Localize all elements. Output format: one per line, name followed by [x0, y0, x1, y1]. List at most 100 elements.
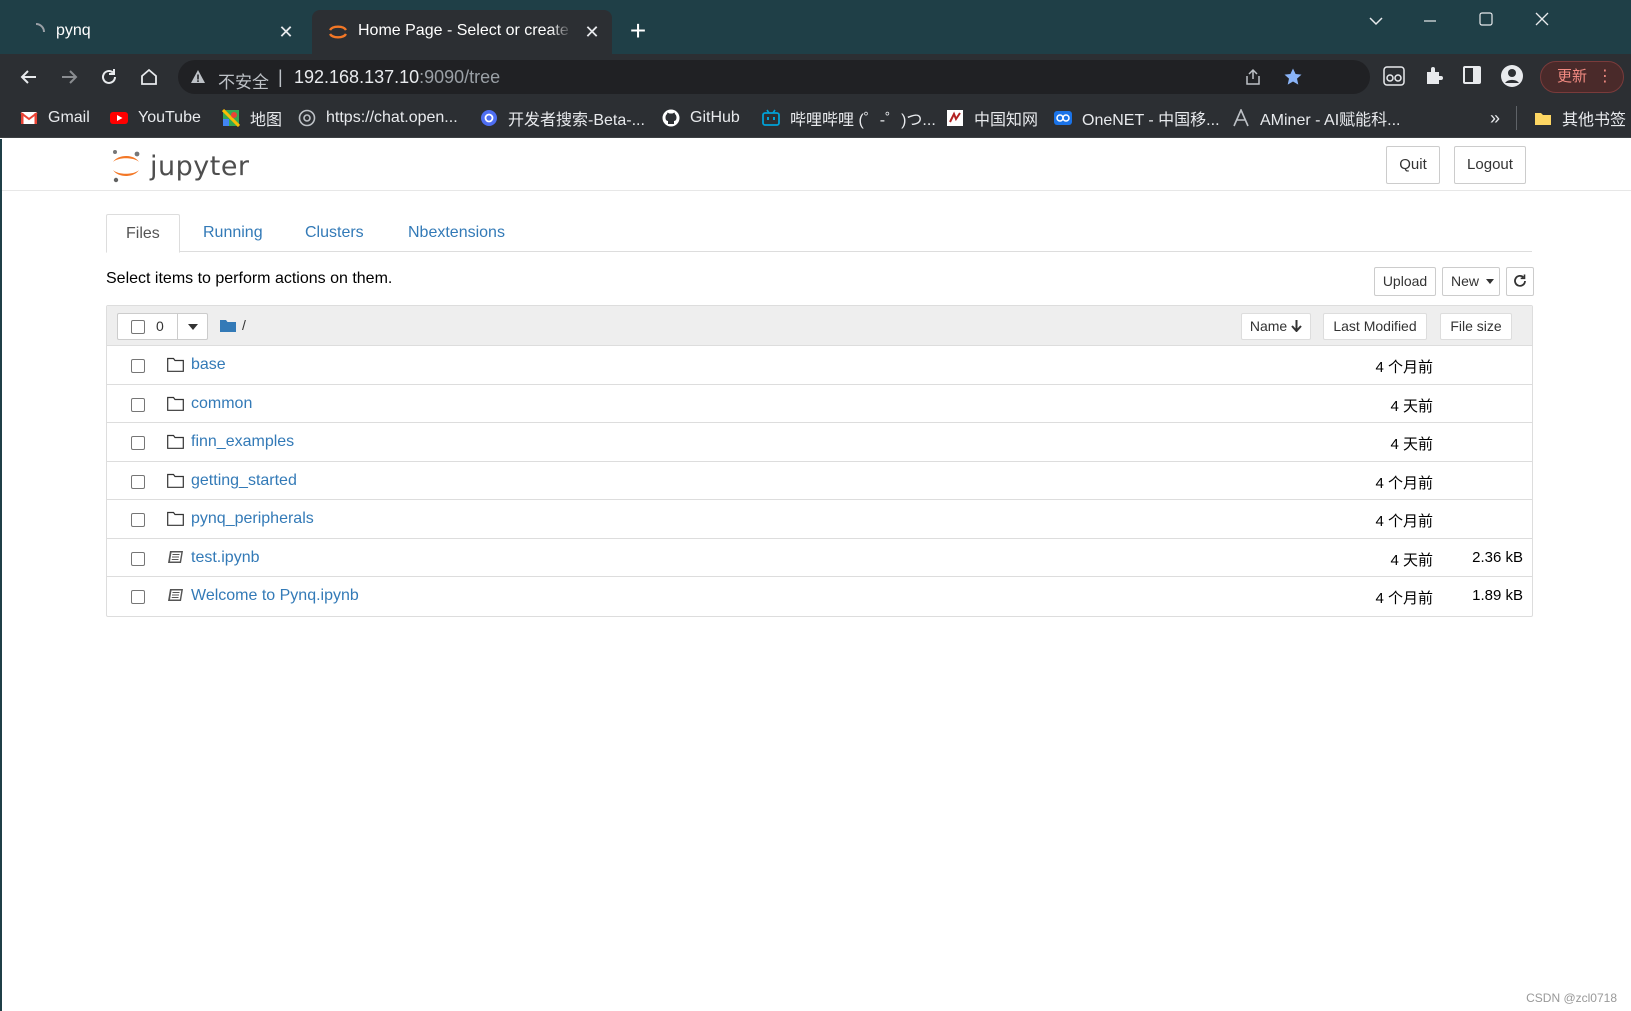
sort-last-modified-button[interactable]: Last Modified	[1323, 313, 1427, 340]
file-row[interactable]: test.ipynb 4 天前 2.36 kB	[107, 539, 1532, 577]
tab-files[interactable]: Files	[106, 214, 180, 253]
row-checkbox[interactable]	[131, 436, 145, 450]
breadcrumb-root[interactable]: /	[242, 317, 246, 333]
incognito-extension-icon[interactable]	[1382, 64, 1406, 88]
address-bar[interactable]: 不安全 | 192.168.137.10:9090/tree	[178, 60, 1370, 94]
bookmark-star-icon[interactable]	[1282, 66, 1304, 88]
select-all-checkbox[interactable]	[131, 320, 145, 334]
close-icon[interactable]: ✕	[582, 22, 602, 42]
row-checkbox[interactable]	[131, 590, 145, 604]
row-checkbox[interactable]	[131, 513, 145, 527]
forward-icon[interactable]	[54, 62, 84, 92]
tab-clusters[interactable]: Clusters	[286, 214, 383, 252]
bookmark-github[interactable]: GitHub	[662, 106, 740, 130]
update-button[interactable]: 更新 ⋮	[1540, 61, 1624, 93]
caret-down-icon	[1485, 279, 1494, 284]
sort-name-button[interactable]: Name	[1241, 313, 1311, 340]
profile-avatar-icon[interactable]	[1500, 64, 1524, 88]
bookmark-gmail[interactable]: Gmail	[20, 106, 90, 130]
address-separator: |	[278, 67, 283, 87]
caret-down-icon[interactable]	[188, 324, 198, 330]
folder-icon	[167, 511, 184, 526]
watermark: CSDN @zcl0718	[1526, 991, 1617, 1005]
warning-icon	[191, 70, 205, 83]
file-name-link[interactable]: getting_started	[191, 472, 297, 490]
notebook-icon	[168, 550, 183, 563]
bookmark-label: https://chat.open...	[326, 109, 458, 126]
security-label[interactable]: 不安全	[218, 68, 269, 93]
url-text[interactable]: 192.168.137.10:9090/tree	[294, 67, 500, 88]
maps-icon	[222, 109, 240, 127]
selected-count: 0	[156, 318, 164, 334]
bookmark-devsearch[interactable]: 开发者搜索-Beta-...	[480, 106, 645, 130]
minimize-icon[interactable]	[1410, 8, 1450, 32]
tab-bar: Files Running Clusters Nbextensions	[106, 214, 1532, 253]
extensions-icon[interactable]	[1422, 64, 1446, 88]
file-row[interactable]: getting_started 4 个月前	[107, 462, 1532, 500]
bookmark-label: 其他书签	[1562, 112, 1627, 129]
sort-file-size-button[interactable]: File size	[1440, 313, 1512, 340]
bookmark-maps[interactable]: 地图	[222, 106, 282, 130]
reload-icon[interactable]	[94, 62, 124, 92]
file-row[interactable]: base 4 个月前	[107, 346, 1532, 385]
bookmark-label: OneNET - 中国移...	[1082, 112, 1220, 129]
bookmark-chat-openai[interactable]: https://chat.open...	[298, 106, 458, 130]
file-name-link[interactable]: finn_examples	[191, 433, 294, 451]
file-row[interactable]: finn_examples 4 天前	[107, 423, 1532, 462]
tab-running[interactable]: Running	[184, 214, 282, 252]
file-row[interactable]: Welcome to Pynq.ipynb 4 个月前 1.89 kB	[107, 577, 1532, 616]
file-name-link[interactable]: test.ipynb	[191, 549, 259, 567]
quit-button[interactable]: Quit	[1386, 146, 1440, 184]
bookmark-aminer[interactable]: AMiner - AI赋能科...	[1232, 106, 1400, 130]
file-name-link[interactable]: common	[191, 395, 252, 413]
row-checkbox[interactable]	[131, 359, 145, 373]
selection-hint: Select items to perform actions on them.	[106, 270, 393, 287]
breadcrumb[interactable]: /	[220, 317, 246, 333]
notebook-icon	[168, 589, 183, 601]
folder-icon	[167, 434, 184, 449]
jupyter-logo[interactable]: jupyter	[110, 147, 250, 185]
logout-button[interactable]: Logout	[1454, 146, 1526, 184]
file-row[interactable]: common 4 天前	[107, 385, 1532, 423]
home-icon[interactable]	[134, 62, 164, 92]
tab-home-page[interactable]: Home Page - Select or create a notebook …	[312, 10, 612, 54]
row-checkbox[interactable]	[131, 551, 145, 566]
bookmark-youtube[interactable]: YouTube	[110, 106, 201, 130]
new-label: New	[1451, 273, 1480, 289]
file-modified: 4 天前	[1390, 397, 1433, 415]
loading-spinner-icon	[35, 23, 45, 33]
row-checkbox[interactable]	[131, 397, 145, 412]
upload-button[interactable]: Upload	[1374, 267, 1436, 296]
menu-dots-icon[interactable]: ⋮	[1597, 62, 1613, 92]
github-icon	[662, 109, 680, 127]
tab-pynq[interactable]: pynq ✕	[10, 10, 306, 54]
close-icon[interactable]: ✕	[276, 22, 296, 42]
new-tab-button[interactable]: +	[624, 17, 652, 46]
maximize-icon[interactable]	[1466, 8, 1506, 32]
bookmark-bilibili[interactable]: 哔哩哔哩 (゜-゜)つ...	[762, 106, 936, 130]
file-name-link[interactable]: base	[191, 356, 226, 374]
side-panel-icon[interactable]	[1460, 64, 1484, 88]
refresh-button[interactable]	[1506, 267, 1534, 296]
file-name-link[interactable]: Welcome to Pynq.ipynb	[191, 587, 359, 605]
select-all-group[interactable]: 0	[117, 313, 208, 340]
bookmarks-divider	[1516, 106, 1517, 130]
back-icon[interactable]	[14, 62, 44, 92]
new-dropdown-button[interactable]: New	[1442, 267, 1500, 296]
tab-nbextensions[interactable]: Nbextensions	[389, 214, 524, 252]
tab-search-chevron-icon[interactable]	[1356, 8, 1396, 32]
share-icon[interactable]	[1242, 66, 1264, 88]
close-window-icon[interactable]	[1522, 8, 1562, 32]
bookmark-cnki[interactable]: 中国知网	[946, 106, 1038, 130]
folder-icon	[167, 396, 184, 411]
row-checkbox[interactable]	[131, 474, 145, 489]
file-row[interactable]: pynq_peripherals 4 个月前	[107, 500, 1532, 539]
more-bookmarks-chevron-icon[interactable]: »	[1490, 106, 1500, 130]
bookmark-onenet[interactable]: OneNET - 中国移...	[1054, 106, 1220, 130]
file-name-link[interactable]: pynq_peripherals	[191, 510, 314, 528]
url-host: 192.168.137.10	[294, 67, 420, 87]
bookmark-label: 开发者搜索-Beta-...	[508, 112, 645, 129]
bookmark-other[interactable]: 其他书签	[1534, 106, 1626, 130]
bookmark-label: GitHub	[690, 109, 740, 126]
bookmark-label: Gmail	[48, 109, 90, 126]
